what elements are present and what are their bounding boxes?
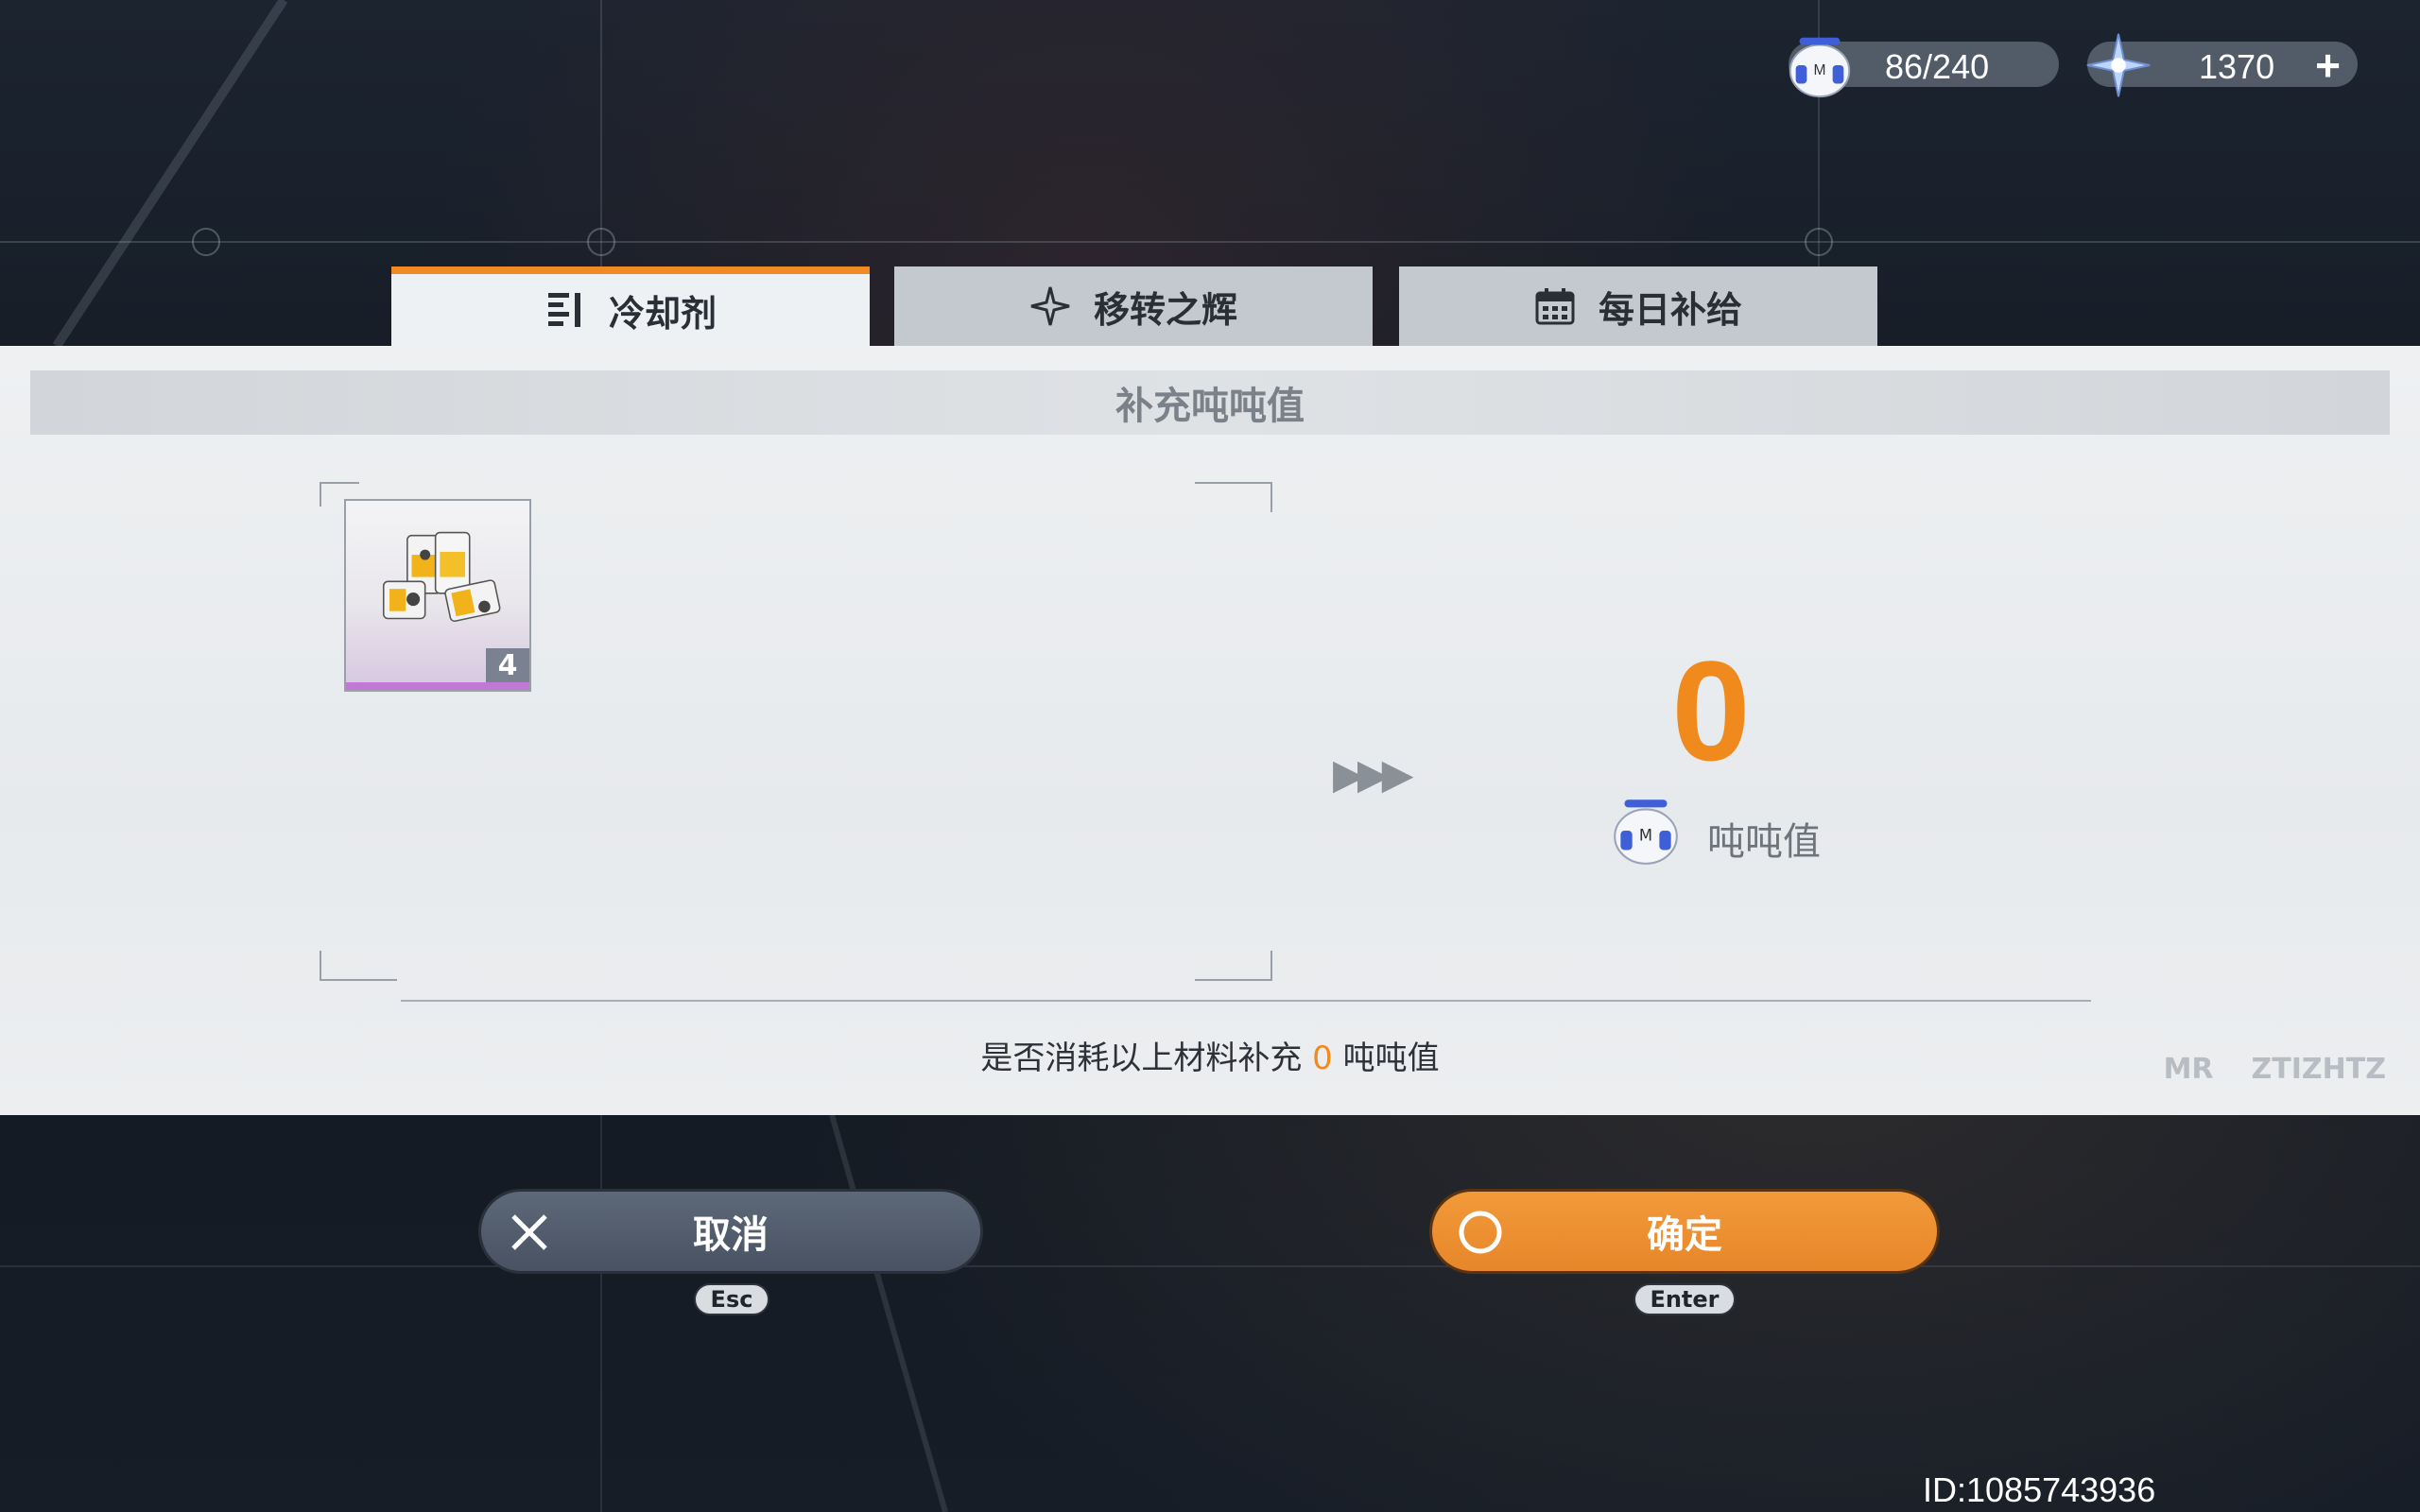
panel-title: 补充吨吨值	[30, 370, 2390, 435]
stamina-counter: M 86/240	[1789, 37, 2059, 98]
tab-coolant[interactable]: 冷却剂	[391, 266, 870, 346]
add-currency-button[interactable]: +	[2315, 40, 2341, 91]
confirm-button-label: 确定	[1647, 1213, 1722, 1257]
enter-key-hint: Enter	[1634, 1283, 1736, 1315]
esc-key-hint: Esc	[694, 1283, 769, 1315]
refill-amount-value: 0	[1671, 631, 1751, 790]
refill-panel: 补充吨吨值 4 ▶▶▶ 0 M 吨吨值 是否消耗以上材料补充 0 吨吨值 MR …	[0, 346, 2420, 1115]
coolant-canisters-icon	[382, 531, 501, 623]
frame-corner	[320, 951, 397, 981]
bangboo-robot-icon: M	[1789, 37, 1851, 98]
calendar-icon	[1535, 288, 1575, 325]
tab-transfer-glow[interactable]: 移转之辉	[894, 266, 1373, 346]
divider	[401, 1000, 2091, 1002]
bangboo-robot-icon: M	[1614, 799, 1678, 865]
confirm-button[interactable]: 确定	[1429, 1189, 1940, 1274]
confirm-message-amount: 0	[1312, 1040, 1333, 1077]
confirm-message-suffix: 吨吨值	[1342, 1040, 1440, 1077]
circle-o-icon	[1459, 1211, 1502, 1254]
confirm-message-prefix: 是否消耗以上材料补充	[980, 1040, 1303, 1077]
cancel-button-label: 取消	[693, 1213, 769, 1257]
close-x-icon	[511, 1214, 547, 1250]
rarity-bar	[346, 682, 529, 690]
tab-coolant-label: 冷却剂	[608, 292, 717, 335]
confirm-message: 是否消耗以上材料补充 0 吨吨值	[0, 1032, 2420, 1078]
tab-transfer-glow-label: 移转之辉	[1093, 288, 1237, 331]
tab-daily-supply-label: 每日补给	[1598, 288, 1742, 331]
item-count-badge: 4	[486, 648, 529, 682]
coolant-item-card[interactable]: 4	[344, 499, 531, 692]
tab-daily-supply[interactable]: 每日补给	[1399, 266, 1877, 346]
compass-star-icon	[1030, 286, 1070, 326]
currency-value: 1370	[2199, 47, 2275, 86]
brand-logos: MR ZTIZHTZ	[2164, 1053, 2386, 1086]
currency-counter: 1370 +	[2086, 33, 2358, 97]
frame-corner	[1195, 482, 1272, 512]
triple-arrow-icon: ▶▶▶	[1333, 750, 1413, 799]
svg-text:M: M	[1814, 62, 1826, 78]
logo-mr: MR	[2163, 1053, 2214, 1086]
refill-unit-label: 吨吨值	[1707, 820, 1821, 864]
cancel-button[interactable]: 取消	[478, 1189, 983, 1274]
stamina-value: 86/240	[1885, 47, 1990, 86]
frame-corner	[1195, 951, 1272, 981]
user-id: ID:1085743936	[1923, 1470, 2156, 1509]
logo-studio: ZTIZHTZ	[2251, 1053, 2386, 1086]
svg-text:M: M	[1639, 826, 1652, 844]
list-icon	[547, 293, 580, 327]
star-crystal-icon	[2086, 33, 2151, 97]
